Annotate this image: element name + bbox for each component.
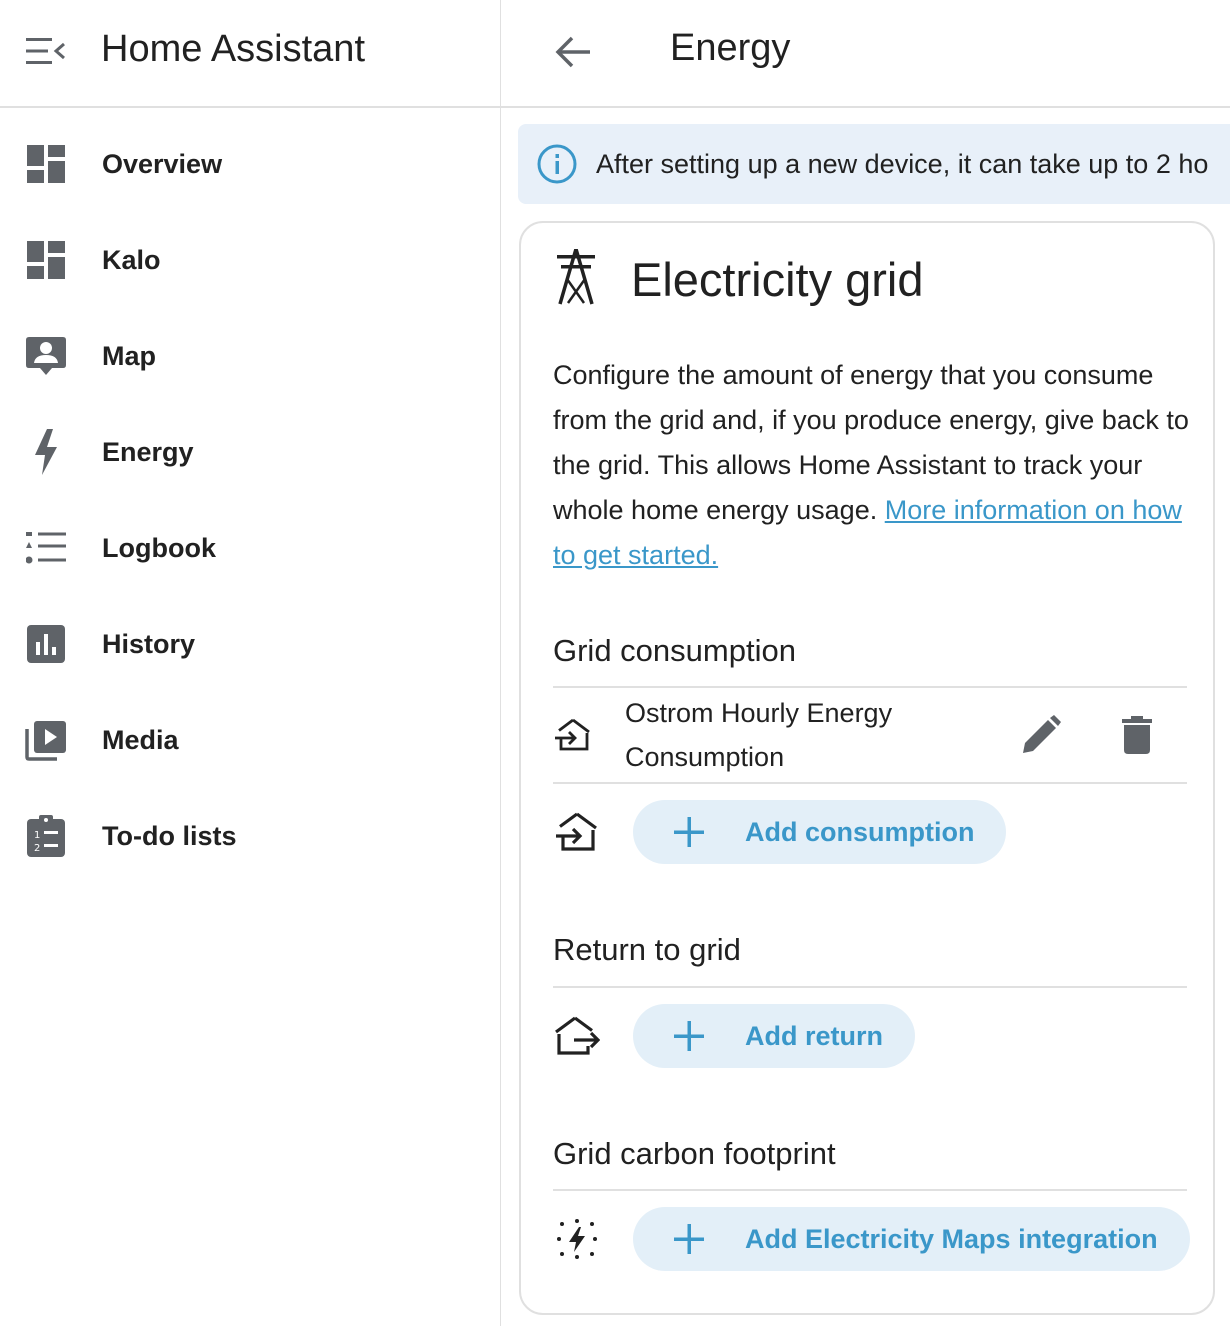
card-header: Electricity grid xyxy=(553,248,924,310)
top-app-bar: Energy xyxy=(501,0,1230,108)
sidebar-item-overview[interactable]: Overview xyxy=(0,116,500,212)
sidebar-item-energy[interactable]: Energy xyxy=(0,404,500,500)
lightning-bolt-icon xyxy=(23,429,69,475)
chart-box-icon xyxy=(23,621,69,667)
svg-text:1: 1 xyxy=(34,830,40,841)
source-name: Ostrom Hourly Energy Consumption xyxy=(625,698,893,772)
card-title: Electricity grid xyxy=(631,253,924,306)
divider xyxy=(553,986,1187,988)
delete-trash-icon[interactable] xyxy=(1109,707,1165,763)
page-title: Energy xyxy=(670,27,791,69)
sidebar-item-label: Overview xyxy=(102,148,223,179)
sidebar-item-label: History xyxy=(102,628,196,659)
sidebar-item-history[interactable]: History xyxy=(0,596,500,692)
sidebar-item-label: Energy xyxy=(102,436,194,467)
add-consumption-row: Add consumption xyxy=(553,800,1007,864)
plus-icon xyxy=(671,1221,707,1257)
sidebar-item-label: To-do lists xyxy=(102,820,237,851)
card-description: Configure the amount of energy that you … xyxy=(553,353,1189,578)
plus-icon xyxy=(671,814,707,850)
information-icon xyxy=(536,143,578,185)
map-account-icon xyxy=(23,333,69,379)
sidebar-item-label: Media xyxy=(102,724,179,755)
sidebar-item-todo-lists[interactable]: 1 2 To-do lists xyxy=(0,788,500,884)
carbon-footprint-title: Grid carbon footprint xyxy=(553,1136,836,1171)
alert-text: After setting up a new device, it can ta… xyxy=(596,148,1209,179)
sidebar-item-label: Logbook xyxy=(102,532,216,563)
lightning-bolt-dotted-icon xyxy=(553,1215,601,1263)
sidebar-item-label: Kalo xyxy=(102,244,161,275)
divider xyxy=(553,782,1187,784)
add-electricity-maps-label: Add Electricity Maps integration xyxy=(745,1223,1158,1254)
add-return-label: Add return xyxy=(745,1020,883,1051)
sidebar-header: Home Assistant xyxy=(0,0,500,108)
svg-text:2: 2 xyxy=(34,843,40,854)
plus-icon xyxy=(671,1018,707,1054)
app-title: Home Assistant xyxy=(101,28,365,70)
divider xyxy=(553,1189,1187,1191)
sidebar-item-kalo[interactable]: Kalo xyxy=(0,212,500,308)
sidebar: Home Assistant Overview Kalo Map Energy … xyxy=(0,0,501,1326)
clipboard-list-icon: 1 2 xyxy=(23,813,69,859)
info-alert: After setting up a new device, it can ta… xyxy=(518,124,1230,204)
sidebar-item-media[interactable]: Media xyxy=(0,692,500,788)
edit-pencil-icon[interactable] xyxy=(1013,707,1069,763)
add-return-row: Add return xyxy=(553,1004,915,1068)
view-dashboard-icon xyxy=(23,237,69,283)
add-consumption-button[interactable]: Add consumption xyxy=(633,800,1007,864)
electricity-grid-card: Electricity grid Configure the amount of… xyxy=(519,221,1215,1315)
format-list-bulleted-icon xyxy=(23,525,69,571)
play-box-multiple-icon xyxy=(23,717,69,763)
add-carbon-row: Add Electricity Maps integration xyxy=(553,1207,1190,1271)
add-consumption-label: Add consumption xyxy=(745,816,975,847)
return-to-grid-title: Return to grid xyxy=(553,932,741,967)
home-export-icon xyxy=(553,1012,601,1060)
add-electricity-maps-button[interactable]: Add Electricity Maps integration xyxy=(633,1207,1190,1271)
home-import-icon xyxy=(553,808,601,856)
main-content: Energy After setting up a new device, it… xyxy=(501,0,1230,1326)
sidebar-item-label: Map xyxy=(102,340,156,371)
sidebar-nav: Overview Kalo Map Energy Logbook History… xyxy=(0,116,500,884)
menu-collapse-icon[interactable] xyxy=(22,30,70,72)
add-return-button[interactable]: Add return xyxy=(633,1004,915,1068)
sidebar-item-map[interactable]: Map xyxy=(0,308,500,404)
transmission-tower-icon xyxy=(553,248,599,310)
sidebar-item-logbook[interactable]: Logbook xyxy=(0,500,500,596)
home-import-icon xyxy=(553,715,593,755)
view-dashboard-icon xyxy=(23,141,69,187)
grid-consumption-title: Grid consumption xyxy=(553,633,796,668)
consumption-source-row: Ostrom Hourly Energy Consumption xyxy=(553,688,1187,782)
back-arrow-icon[interactable] xyxy=(547,26,599,78)
